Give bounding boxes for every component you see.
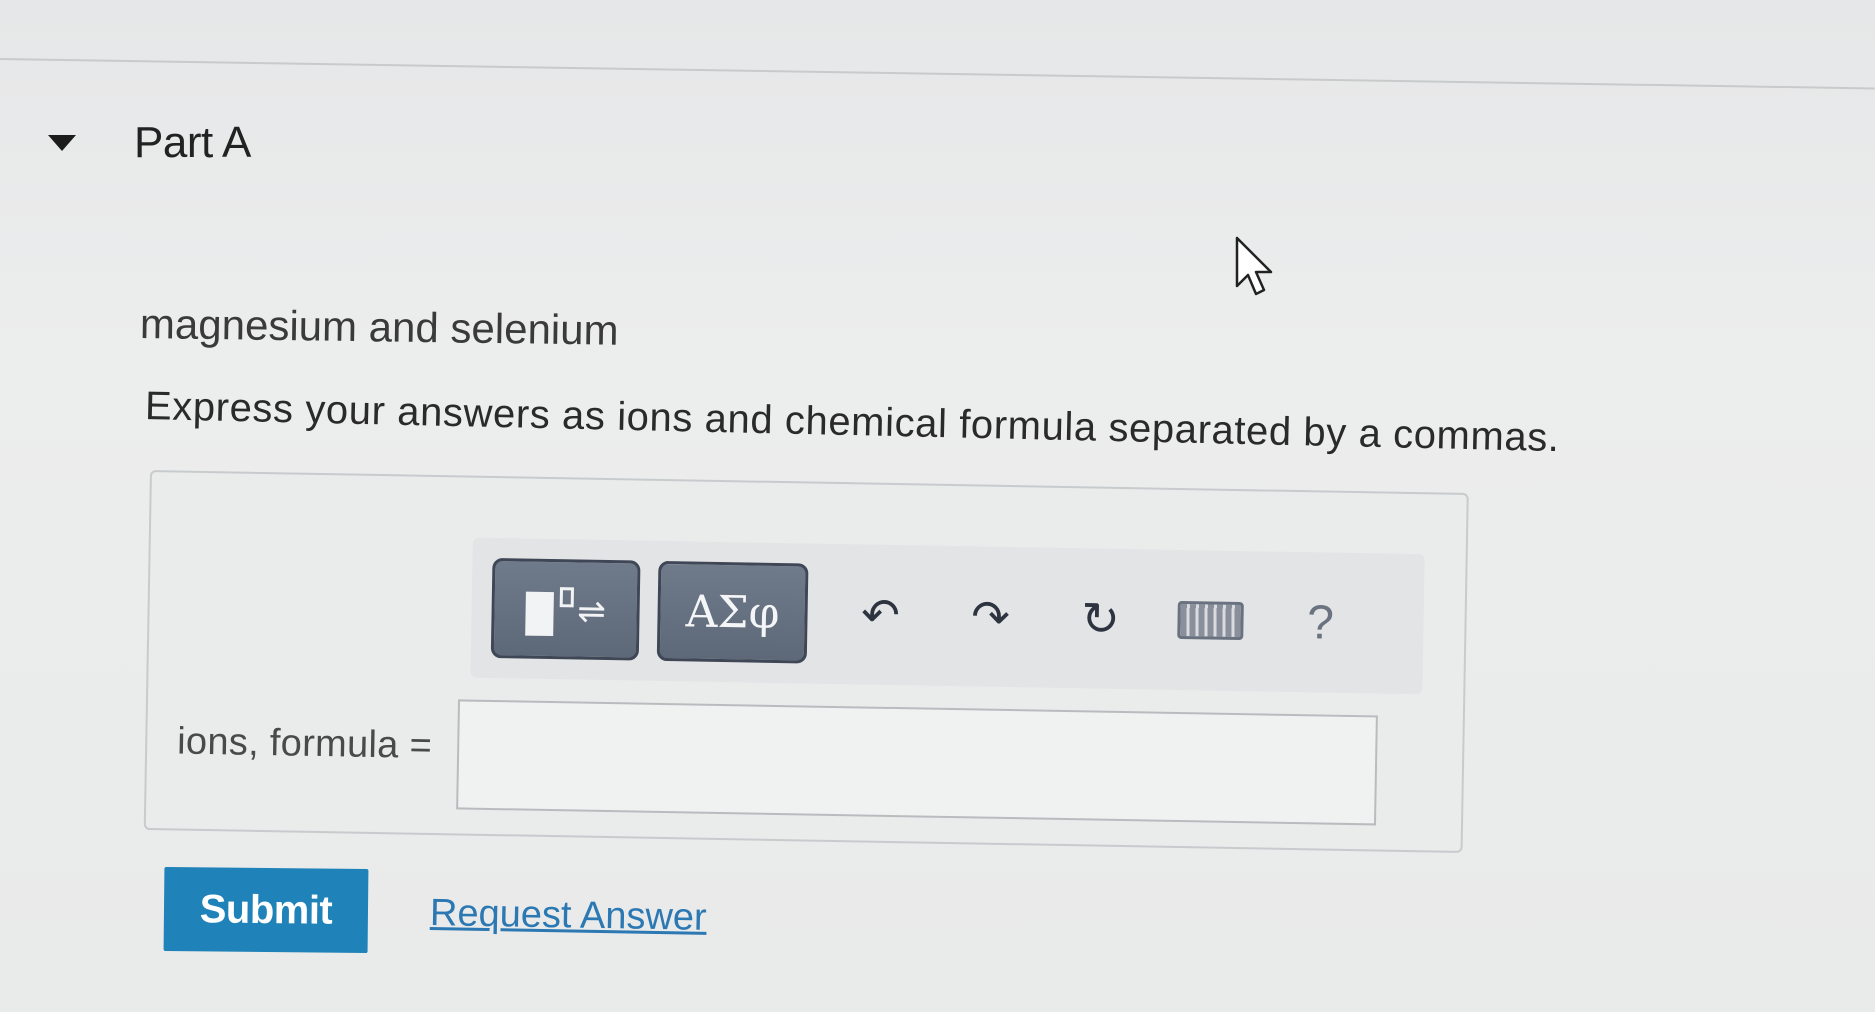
mouse-cursor-icon <box>1235 236 1273 296</box>
keyboard-icon <box>1177 600 1244 641</box>
part-title: Part A <box>134 118 251 167</box>
math-toolbar: ⇌ ΑΣφ ↶ ↷ ↻ ? <box>470 537 1425 695</box>
templates-button[interactable]: ⇌ <box>490 557 641 661</box>
section-divider <box>0 58 1875 90</box>
reset-icon[interactable]: ↻ <box>1045 568 1157 670</box>
template-icon <box>524 591 554 637</box>
answer-instruction: Express your answers as ions and chemica… <box>144 384 1561 461</box>
submit-button[interactable]: Submit <box>163 866 369 954</box>
request-answer-link[interactable]: Request Answer <box>430 892 707 940</box>
part-header[interactable]: Part A <box>48 118 251 168</box>
keyboard-button[interactable] <box>1155 570 1267 672</box>
symbols-button[interactable]: ΑΣφ <box>656 560 809 664</box>
undo-icon[interactable]: ↶ <box>825 564 937 666</box>
answer-label: ions, formula = <box>176 720 433 767</box>
answer-panel: ⇌ ΑΣφ ↶ ↷ ↻ ? ions, formula = <box>143 470 1469 853</box>
question-text: magnesium and selenium <box>139 300 619 354</box>
answer-input[interactable] <box>456 699 1378 826</box>
help-icon[interactable]: ? <box>1265 571 1377 673</box>
redo-icon[interactable]: ↷ <box>935 566 1047 668</box>
caret-down-icon[interactable] <box>48 135 76 151</box>
